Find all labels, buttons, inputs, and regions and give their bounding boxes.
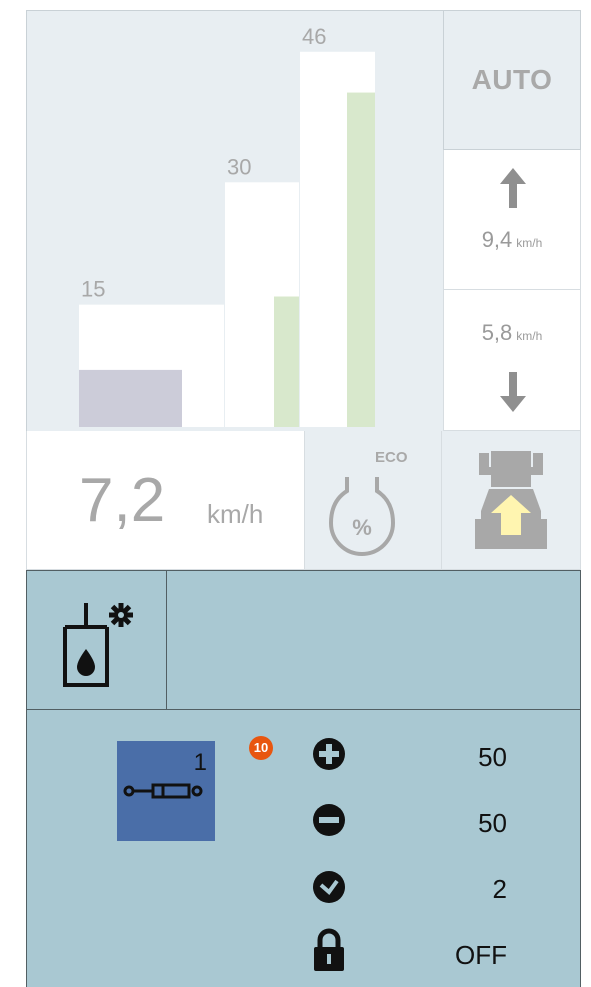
minus-circle-icon[interactable]: [312, 803, 346, 837]
upper-speed-number: 9,4: [481, 227, 513, 252]
engine-eco-icon: %: [328, 477, 396, 556]
lower-speed-value: 5,8 km/h: [444, 320, 580, 346]
lower-speed-unit: km/h: [516, 329, 543, 343]
tractor-direction-button[interactable]: [442, 431, 581, 570]
lock-value[interactable]: OFF: [455, 940, 507, 971]
plus-circle-icon[interactable]: [312, 737, 346, 771]
flow-decrease-value[interactable]: 50: [478, 808, 507, 839]
hydraulic-header: [26, 570, 581, 710]
upper-speed-limit-button[interactable]: 9,4 km/h: [443, 150, 581, 290]
current-speed-unit: km/h: [207, 499, 264, 529]
flow-increase-value[interactable]: 50: [478, 742, 507, 773]
current-speed-value: 7,2: [79, 466, 166, 535]
timer-value[interactable]: 2: [493, 874, 507, 905]
load-chart: 15 30 46: [26, 10, 443, 431]
auto-mode-label: AUTO: [471, 64, 553, 95]
hydraulic-oil-settings-icon[interactable]: [61, 597, 143, 691]
upper-speed-value: 9,4 km/h: [444, 227, 580, 253]
actual-bar: [274, 296, 299, 427]
actual-bar: [347, 92, 375, 427]
eco-label: ECO: [375, 449, 408, 466]
arrow-down-icon: [500, 372, 526, 412]
tractor-icon: [475, 451, 547, 549]
eco-mode-button[interactable]: ECO %: [305, 431, 442, 570]
auto-mode-button[interactable]: AUTO: [443, 10, 581, 150]
current-speed-display: 7,2 km/h: [26, 431, 305, 570]
lock-icon[interactable]: [312, 928, 346, 972]
lower-speed-limit-button[interactable]: 5,8 km/h: [443, 290, 581, 431]
header-divider: [166, 570, 167, 710]
bar-value-label: 30: [227, 154, 251, 179]
chart-canvas: 15 30 46: [79, 24, 375, 428]
clock-icon[interactable]: [312, 870, 346, 904]
bar-value-label: 46: [302, 24, 326, 49]
valve-count-badge: 10: [249, 736, 273, 760]
bar-value-label: 15: [81, 277, 105, 302]
upper-speed-unit: km/h: [516, 236, 543, 250]
valve-number: 1: [193, 749, 207, 776]
arrow-up-icon: [500, 168, 526, 208]
lower-speed-number: 5,8: [481, 320, 513, 345]
valve-selector-button[interactable]: 1: [117, 741, 215, 841]
hydraulic-cylinder-icon: [123, 783, 203, 799]
eco-percent-symbol: %: [352, 515, 372, 540]
reference-bar: [79, 369, 182, 427]
